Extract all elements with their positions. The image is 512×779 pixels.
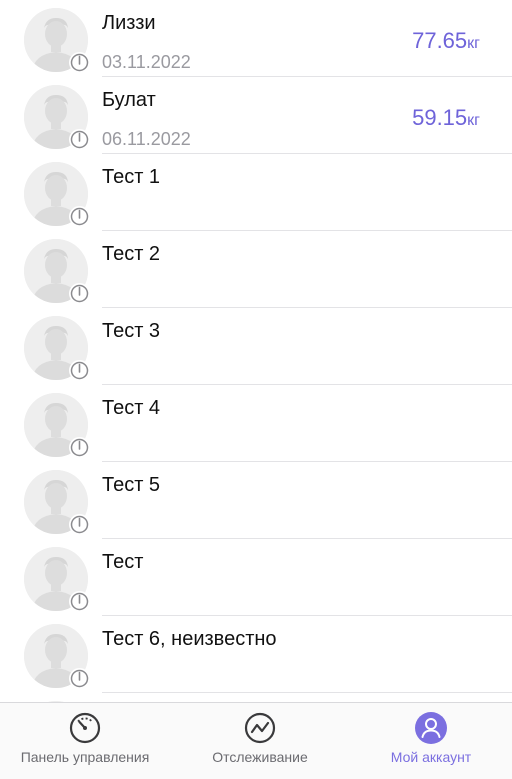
scale-badge	[69, 283, 90, 304]
contact-list: Лиззи 03.11.2022 77.65кг Булат 06.11.202…	[0, 0, 512, 702]
tracking-chart-icon	[244, 712, 276, 744]
dashboard-gauge-icon	[69, 712, 101, 744]
scale-icon	[70, 361, 89, 380]
weight-unit: кг	[467, 35, 480, 52]
measurement-date: 06.11.2022	[102, 129, 191, 149]
scale-badge	[69, 206, 90, 227]
tab-bar: Панель управления Отслеживание Мой аккау…	[0, 702, 512, 779]
contact-name: Тест 6, неизвестно	[102, 628, 277, 650]
scale-badge	[69, 360, 90, 381]
list-item[interactable]	[0, 693, 512, 702]
weight-value: 59.15кг	[412, 105, 480, 131]
measurement-date: 03.11.2022	[102, 52, 191, 72]
account-icon	[415, 712, 447, 744]
scale-badge	[69, 437, 90, 458]
list-item[interactable]: Тест 5	[0, 462, 512, 539]
avatar	[24, 393, 90, 458]
avatar	[24, 162, 90, 227]
avatar	[24, 316, 90, 381]
contact-name: Тест 2	[102, 243, 161, 265]
scale-icon	[70, 669, 89, 688]
tab-dashboard[interactable]: Панель управления	[0, 703, 170, 779]
tab-label: Отслеживание	[212, 749, 308, 765]
scale-badge	[69, 129, 90, 150]
tab-my-account[interactable]: Мой аккаунт	[350, 703, 512, 779]
scale-badge	[69, 52, 90, 73]
contact-name: Лиззи	[102, 12, 156, 34]
weight-number: 77.65	[412, 28, 468, 53]
avatar	[24, 85, 90, 150]
contact-name: Тест	[102, 551, 144, 573]
list-item[interactable]: Лиззи 03.11.2022 77.65кг	[0, 0, 512, 77]
avatar	[24, 8, 90, 73]
scale-icon	[70, 515, 89, 534]
scale-icon	[70, 207, 89, 226]
scale-icon	[70, 130, 89, 149]
list-item[interactable]: Тест 3	[0, 308, 512, 385]
list-item[interactable]: Тест 1	[0, 154, 512, 231]
list-item[interactable]: Тест 4	[0, 385, 512, 462]
contact-name: Тест 5	[102, 474, 161, 496]
scale-badge	[69, 668, 90, 689]
scale-icon	[70, 438, 89, 457]
list-item[interactable]: Тест 6, неизвестно	[0, 616, 512, 693]
contact-name: Тест 4	[102, 397, 161, 419]
scale-badge	[69, 514, 90, 535]
weight-number: 59.15	[412, 105, 468, 130]
scale-icon	[70, 592, 89, 611]
contact-name: Тест 1	[102, 166, 161, 188]
avatar	[24, 547, 90, 612]
avatar	[24, 239, 90, 304]
scale-icon	[70, 53, 89, 72]
contact-name: Тест 3	[102, 320, 161, 342]
avatar	[24, 470, 90, 535]
list-item[interactable]: Тест	[0, 539, 512, 616]
weight-unit: кг	[467, 112, 480, 129]
contact-name: Булат	[102, 89, 156, 111]
list-item[interactable]: Булат 06.11.2022 59.15кг	[0, 77, 512, 154]
weight-value: 77.65кг	[412, 28, 480, 54]
tab-label: Панель управления	[20, 749, 150, 765]
tab-label: Мой аккаунт	[390, 749, 472, 765]
scale-icon	[70, 284, 89, 303]
tab-tracking[interactable]: Отслеживание	[175, 703, 345, 779]
list-item[interactable]: Тест 2	[0, 231, 512, 308]
avatar	[24, 624, 90, 689]
scale-badge	[69, 591, 90, 612]
